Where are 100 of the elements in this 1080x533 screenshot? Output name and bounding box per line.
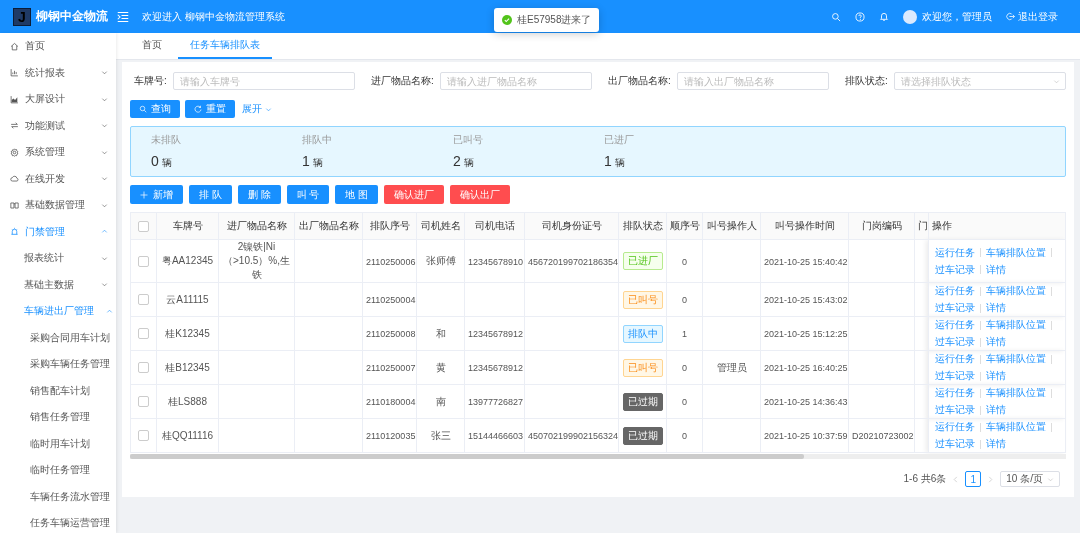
stat-unit: 辆	[312, 156, 323, 170]
sidebar-item[interactable]: 门禁管理	[0, 218, 116, 245]
table-cell: 2110250004	[366, 295, 416, 305]
action-link[interactable]: 详情	[986, 369, 1006, 383]
sidebar-item[interactable]: 车辆进出厂管理	[0, 298, 116, 325]
sidebar-item[interactable]: 功能测试	[0, 112, 116, 139]
status-tag: 已过期	[622, 426, 663, 445]
toolbar-button[interactable]: 叫 号	[286, 185, 330, 204]
sidebar-item[interactable]: 系统管理	[0, 139, 116, 166]
sidebar-item[interactable]: 大屏设计	[0, 86, 116, 113]
checkbox[interactable]	[138, 255, 149, 267]
column-header: 门岗编码	[848, 212, 915, 240]
checkbox[interactable]	[138, 220, 149, 232]
table-cell: 12345678912	[468, 329, 524, 339]
sidebar-item[interactable]: 首页	[0, 33, 116, 60]
action-link[interactable]: 详情	[986, 301, 1006, 315]
caret-icon	[1053, 78, 1060, 85]
tab[interactable]: 任务车辆排队表	[178, 33, 272, 59]
sidebar-item[interactable]: 统计报表	[0, 59, 116, 86]
action-link[interactable]: 车辆排队位置	[986, 284, 1046, 298]
action-link[interactable]: 运行任务	[935, 245, 975, 260]
help-icon[interactable]	[855, 11, 865, 22]
action-link[interactable]: 过车记录	[935, 301, 975, 315]
status-tag: 已叫号	[622, 358, 663, 377]
action-link[interactable]: 详情	[986, 335, 1006, 349]
sidebar-item[interactable]: 在线开发	[0, 165, 116, 192]
table-cell: 2021-10-25 16:40:25	[764, 363, 848, 373]
table-cell: 1	[682, 329, 687, 339]
stat-value: 2	[453, 153, 461, 169]
action-link[interactable]: 过车记录	[935, 262, 975, 277]
action-link[interactable]: 运行任务	[935, 420, 975, 434]
action-link[interactable]: 过车记录	[935, 369, 975, 383]
action-link[interactable]: 过车记录	[935, 437, 975, 451]
sidebar-item[interactable]: 采购车辆任务管理	[0, 351, 116, 378]
sidebar-item[interactable]: 销售任务管理	[0, 404, 116, 431]
logout-icon	[1006, 12, 1015, 21]
action-link[interactable]: 车辆排队位置	[986, 245, 1046, 260]
logo: J	[13, 7, 31, 26]
sidebar-item[interactable]: 基础数据管理	[0, 192, 116, 219]
avatar[interactable]	[903, 9, 917, 24]
page-size-select[interactable]: 10 条/页	[1000, 471, 1060, 487]
action-link[interactable]: 运行任务	[935, 284, 975, 298]
action-link[interactable]: 过车记录	[935, 335, 975, 349]
table-cell: 粤AA12345	[161, 255, 214, 266]
sidebar-item[interactable]: 临时用车计划	[0, 430, 116, 457]
bell-icon[interactable]	[879, 11, 889, 22]
caret-icon	[1047, 475, 1054, 483]
menu-icon[interactable]	[116, 10, 130, 23]
field-label: 车牌号:	[133, 74, 167, 88]
add-button[interactable]: 新增	[130, 185, 183, 204]
action-link[interactable]: 详情	[986, 437, 1006, 451]
toolbar-button[interactable]: 确认出厂	[450, 185, 511, 204]
table-cell: 桂LS888	[168, 395, 207, 407]
tab[interactable]: 首页	[130, 33, 174, 59]
sidebar-item[interactable]: 销售配车计划	[0, 377, 116, 404]
action-link[interactable]: 车辆排队位置	[986, 420, 1046, 434]
refresh-icon	[194, 105, 202, 113]
search-icon[interactable]	[831, 11, 841, 22]
checkbox[interactable]	[138, 294, 149, 306]
stat-label: 已叫号	[453, 133, 484, 147]
toolbar-button[interactable]: 地 图	[335, 185, 379, 204]
expand-link[interactable]: 展开	[242, 102, 272, 116]
page-button[interactable]: 1	[965, 471, 982, 487]
settings-icon	[10, 147, 19, 157]
table-cell: 2110250008	[366, 329, 416, 339]
search-button[interactable]: 查询	[130, 100, 180, 118]
sidebar-item[interactable]: 采购合同用车计划	[0, 324, 116, 351]
action-link[interactable]: 过车记录	[935, 403, 975, 417]
column-header: 叫号操作人	[702, 212, 761, 240]
app-name: 柳钢中金物流	[36, 8, 108, 25]
checkbox[interactable]	[138, 396, 149, 408]
sidebar-item[interactable]: 报表统计	[0, 245, 116, 272]
checkbox[interactable]	[138, 430, 149, 442]
sidebar-item[interactable]: 车辆任务流水管理	[0, 483, 116, 510]
action-link[interactable]: 详情	[986, 262, 1006, 277]
action-link[interactable]: 车辆排队位置	[986, 318, 1046, 332]
table-cell: 2021-10-25 14:36:43	[764, 397, 848, 407]
toolbar-button[interactable]: 确认进厂	[384, 185, 445, 204]
reset-button[interactable]: 重置	[185, 100, 235, 118]
horizontal-scrollbar[interactable]	[130, 454, 1066, 459]
chevron-left-icon[interactable]	[952, 475, 960, 483]
action-link[interactable]: 详情	[986, 403, 1006, 417]
sidebar-item[interactable]: 基础主数据	[0, 271, 116, 298]
action-link[interactable]: 运行任务	[935, 386, 975, 400]
home-icon	[10, 41, 19, 51]
checkbox[interactable]	[138, 362, 149, 374]
toolbar-button[interactable]: 删 除	[237, 185, 281, 204]
action-link[interactable]: 运行任务	[935, 318, 975, 332]
text-field[interactable]: 请输入车牌号	[172, 72, 355, 90]
sidebar-item[interactable]: 任务车辆运营管理	[0, 510, 116, 533]
checkbox[interactable]	[138, 328, 149, 340]
action-link[interactable]: 车辆排队位置	[986, 386, 1046, 400]
logout-link[interactable]: 退出登录	[1006, 9, 1058, 24]
sidebar-item[interactable]: 临时任务管理	[0, 457, 116, 484]
action-link[interactable]: 运行任务	[935, 352, 975, 366]
action-link[interactable]: 车辆排队位置	[986, 352, 1046, 366]
stat-value: 1	[604, 153, 612, 169]
chevron-right-icon[interactable]	[987, 475, 995, 483]
stat-unit: 辆	[614, 156, 625, 170]
toolbar-button[interactable]: 排 队	[189, 185, 232, 204]
